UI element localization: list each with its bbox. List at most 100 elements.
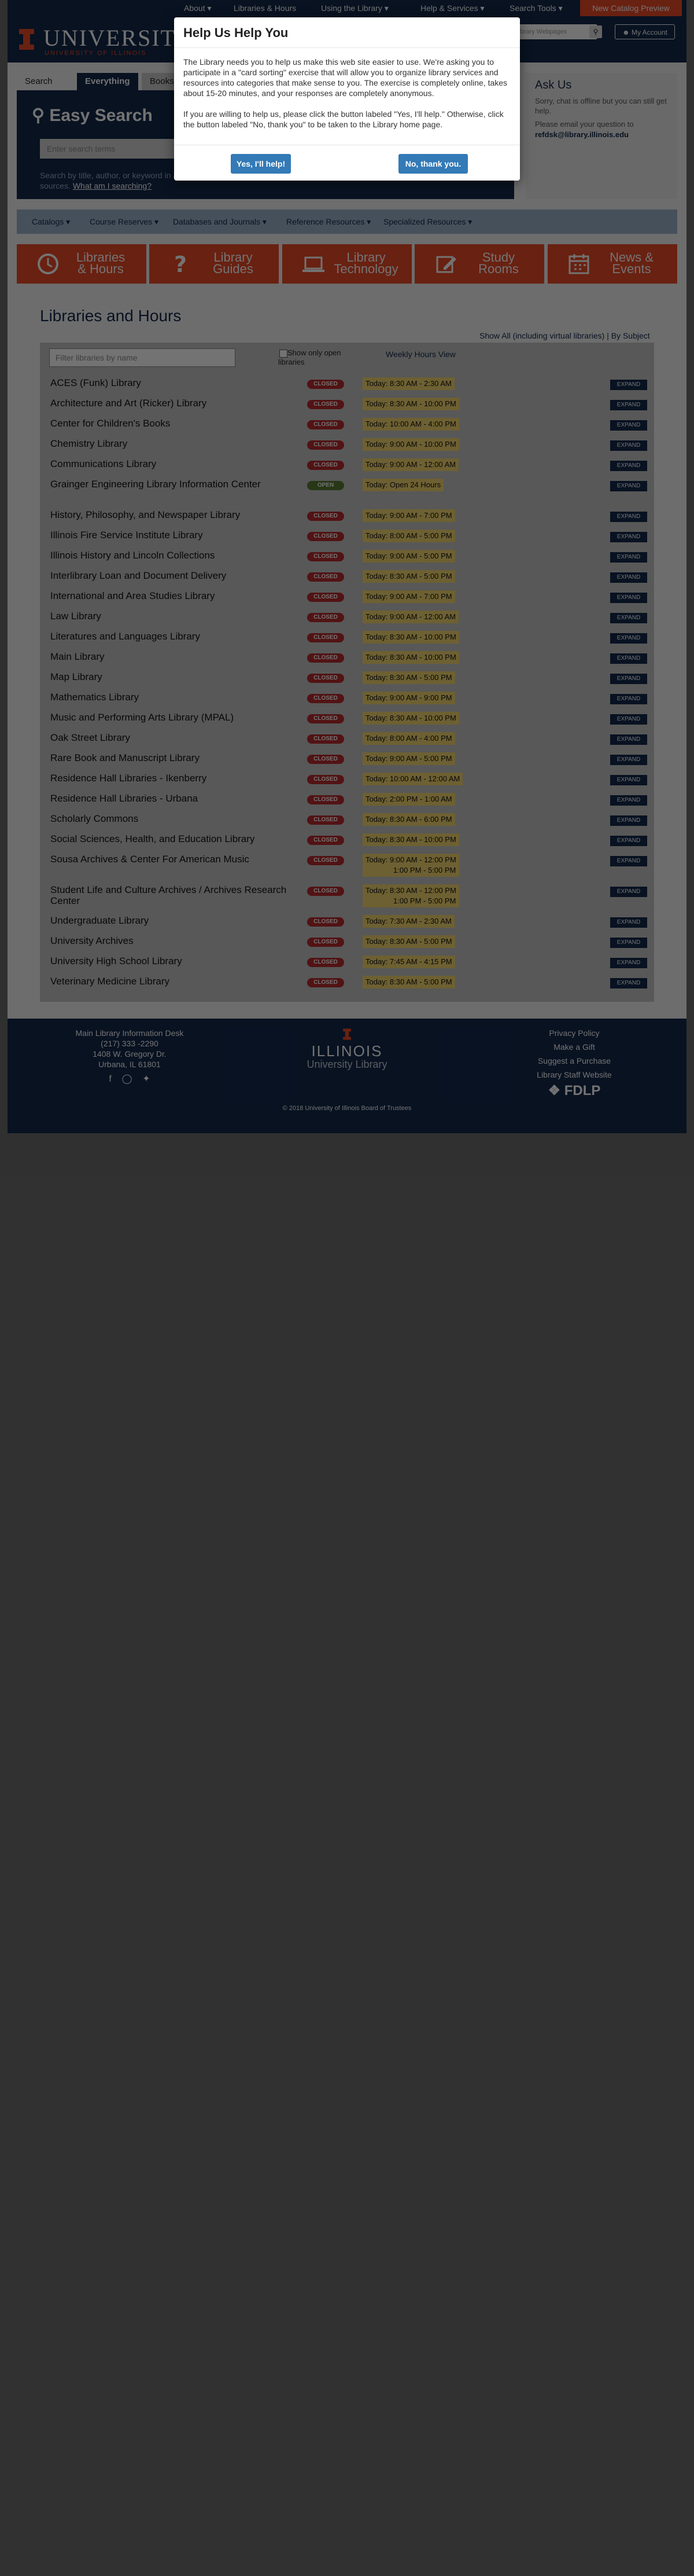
library-name-link[interactable]: Main Library (50, 651, 293, 662)
library-name-link[interactable]: Interlibrary Loan and Document Delivery (50, 570, 293, 581)
nav-libraries-hours[interactable]: Libraries & Hours (234, 0, 296, 16)
expand-button[interactable]: EXPAND (610, 694, 647, 704)
my-account-button[interactable]: ☻ My Account (615, 24, 675, 39)
what-am-i-searching-link[interactable]: What am I searching? (73, 181, 152, 190)
expand-button[interactable]: EXPAND (610, 461, 647, 471)
expand-button[interactable]: EXPAND (610, 440, 647, 451)
site-footer: Main Library Information Desk (217) 333 … (8, 1019, 686, 1133)
tile-library-guides[interactable]: ? Library Guides (149, 244, 279, 284)
library-name-link[interactable]: Communications Library (50, 458, 293, 469)
library-name-link[interactable]: History, Philosophy, and Newspaper Libra… (50, 509, 293, 520)
filter-libraries-input[interactable]: Filter libraries by name (49, 348, 235, 367)
library-name-link[interactable]: Mathematics Library (50, 692, 293, 703)
library-name-link[interactable]: Chemistry Library (50, 438, 293, 449)
library-name-link[interactable]: University High School Library (50, 956, 293, 967)
instagram-icon[interactable]: ◯ (122, 1074, 132, 1084)
make-gift-link[interactable]: Make a Gift (516, 1042, 632, 1052)
search-icon[interactable]: ⚲ (589, 25, 602, 38)
library-name-link[interactable]: International and Area Studies Library (50, 590, 293, 601)
expand-button[interactable]: EXPAND (610, 755, 647, 765)
expand-button[interactable]: EXPAND (610, 420, 647, 431)
expand-button[interactable]: EXPAND (610, 674, 647, 684)
twitter-icon[interactable]: ✦ (142, 1074, 150, 1084)
expand-button[interactable]: EXPAND (610, 593, 647, 603)
tile-study-rooms[interactable]: Study Rooms (415, 244, 544, 284)
contact-phone[interactable]: (217) 333 -2290 (69, 1038, 190, 1049)
library-row: Social Sciences, Health, and Education L… (40, 831, 654, 851)
illinois-i-logo-icon[interactable] (18, 28, 35, 51)
reference-resources-dropdown[interactable]: Reference Resources ▾ (286, 210, 371, 234)
library-name-link[interactable]: Literatures and Languages Library (50, 631, 293, 642)
expand-button[interactable]: EXPAND (610, 572, 647, 583)
expand-button[interactable]: EXPAND (610, 400, 647, 410)
facebook-icon[interactable]: f (109, 1074, 111, 1084)
expand-button[interactable]: EXPAND (610, 836, 647, 846)
footer-brand[interactable]: ILLINOIS University Library (268, 1028, 426, 1070)
expand-button[interactable]: EXPAND (610, 917, 647, 928)
library-name-link[interactable]: University Archives (50, 935, 293, 946)
databases-journals-dropdown[interactable]: Databases and Journals ▾ (173, 210, 267, 234)
weekly-hours-link[interactable]: Weekly Hours View (386, 350, 456, 359)
library-name-link[interactable]: Oak Street Library (50, 732, 293, 743)
library-name-link[interactable]: Grainger Engineering Library Information… (50, 479, 293, 490)
expand-button[interactable]: EXPAND (610, 633, 647, 644)
site-search-input[interactable]: Library Webpages (511, 24, 597, 39)
library-name-link[interactable]: Undergraduate Library (50, 915, 293, 926)
specialized-resources-dropdown[interactable]: Specialized Resources ▾ (383, 210, 472, 234)
expand-button[interactable]: EXPAND (610, 938, 647, 948)
tile-news-events[interactable]: News & Events (548, 244, 677, 284)
nav-help-services[interactable]: Help & Services ▾ (420, 0, 485, 16)
expand-button[interactable]: EXPAND (610, 613, 647, 623)
fdlp-logo[interactable]: ❖ FDLP (516, 1084, 632, 1098)
expand-button[interactable]: EXPAND (610, 856, 647, 866)
expand-button[interactable]: EXPAND (610, 552, 647, 563)
expand-button[interactable]: EXPAND (610, 512, 647, 522)
library-name-link[interactable]: Illinois History and Lincoln Collections (50, 550, 293, 561)
library-name-link[interactable]: Architecture and Art (Ricker) Library (50, 398, 293, 409)
no-thank-you-button[interactable]: No, thank you. (398, 154, 468, 174)
library-name-link[interactable]: Music and Performing Arts Library (MPAL) (50, 712, 293, 723)
expand-button[interactable]: EXPAND (610, 887, 647, 897)
logo-text[interactable]: UNIVERSITY (43, 24, 194, 52)
library-name-link[interactable]: ACES (Funk) Library (50, 377, 293, 388)
email-link[interactable]: refdsk@library.illinois.edu (535, 130, 671, 139)
expand-button[interactable]: EXPAND (610, 481, 647, 491)
expand-button[interactable]: EXPAND (610, 775, 647, 785)
tile-library-technology[interactable]: Library Technology (282, 244, 412, 284)
new-catalog-preview-button[interactable]: New Catalog Preview (580, 0, 682, 16)
library-name-link[interactable]: Center for Children's Books (50, 418, 293, 429)
library-name-link[interactable]: Social Sciences, Health, and Education L… (50, 833, 293, 844)
catalogs-dropdown[interactable]: Catalogs ▾ (32, 210, 70, 234)
library-name-link[interactable]: Sousa Archives & Center For American Mus… (50, 854, 293, 865)
by-subject-link[interactable]: By Subject (611, 331, 650, 340)
expand-button[interactable]: EXPAND (610, 958, 647, 968)
expand-button[interactable]: EXPAND (610, 795, 647, 806)
expand-button[interactable]: EXPAND (610, 653, 647, 664)
expand-button[interactable]: EXPAND (610, 978, 647, 988)
suggest-purchase-link[interactable]: Suggest a Purchase (516, 1056, 632, 1066)
library-name-link[interactable]: Residence Hall Libraries - Urbana (50, 793, 293, 804)
expand-button[interactable]: EXPAND (610, 734, 647, 745)
nav-about[interactable]: About ▾ (184, 0, 212, 16)
library-name-link[interactable]: Law Library (50, 611, 293, 622)
yes-help-button[interactable]: Yes, I'll help! (231, 154, 291, 174)
tile-libraries-hours[interactable]: Libraries & Hours (17, 244, 146, 284)
course-reserves-dropdown[interactable]: Course Reserves ▾ (90, 210, 158, 234)
library-name-link[interactable]: Illinois Fire Service Institute Library (50, 530, 293, 541)
expand-button[interactable]: EXPAND (610, 714, 647, 725)
library-name-link[interactable]: Rare Book and Manuscript Library (50, 752, 293, 763)
nav-search-tools[interactable]: Search Tools ▾ (510, 0, 563, 16)
library-name-link[interactable]: Residence Hall Libraries - Ikenberry (50, 773, 293, 784)
expand-button[interactable]: EXPAND (610, 532, 647, 542)
privacy-policy-link[interactable]: Privacy Policy (516, 1028, 632, 1038)
tab-everything[interactable]: Everything (77, 73, 138, 90)
library-name-link[interactable]: Student Life and Culture Archives / Arch… (50, 884, 293, 906)
library-name-link[interactable]: Scholarly Commons (50, 813, 293, 824)
expand-button[interactable]: EXPAND (610, 815, 647, 826)
library-name-link[interactable]: Map Library (50, 671, 293, 682)
nav-using-library[interactable]: Using the Library ▾ (321, 0, 389, 16)
show-all-link[interactable]: Show All (including virtual libraries) (479, 331, 604, 340)
expand-button[interactable]: EXPAND (610, 380, 647, 390)
library-name-link[interactable]: Veterinary Medicine Library (50, 976, 293, 987)
staff-website-link[interactable]: Library Staff Website (516, 1070, 632, 1080)
